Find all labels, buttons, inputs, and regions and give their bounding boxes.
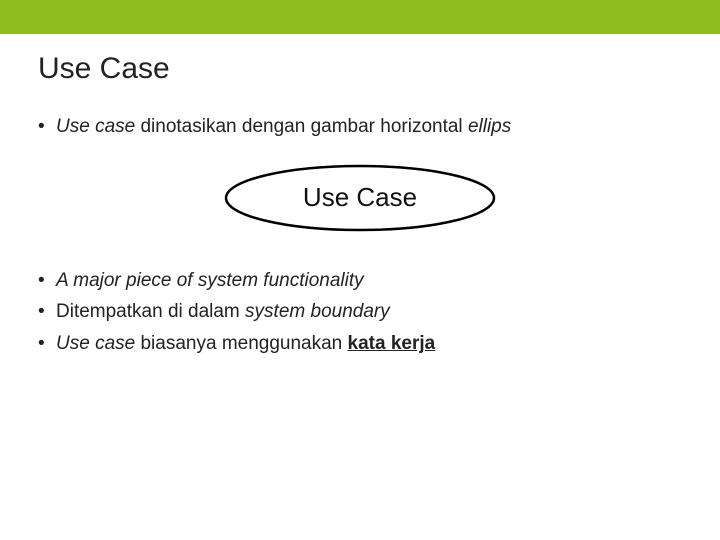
top-accent-bar	[0, 0, 720, 34]
text-plain: Ditempatkan di dalam	[56, 301, 245, 322]
text-italic: system boundary	[245, 301, 390, 322]
list-item: • Use case biasanya menggunakan kata ker…	[38, 331, 682, 357]
bullet-icon: •	[38, 114, 45, 140]
bullet-icon: •	[38, 299, 45, 325]
text-italic: ellips	[468, 116, 511, 137]
text-italic: Use case	[56, 116, 135, 137]
slide: Use Case • Use case dinotasikan dengan g…	[0, 0, 720, 540]
ellipse-label: Use Case	[220, 162, 500, 234]
list-item: • A major piece of system functionality	[38, 268, 682, 294]
text-plain: biasanya menggunakan	[135, 333, 347, 354]
slide-title: Use Case	[38, 52, 682, 86]
text-italic: Use case	[56, 333, 135, 354]
list-item: • Use case dinotasikan dengan gambar hor…	[38, 114, 682, 140]
bullet-icon: •	[38, 331, 45, 357]
slide-content: Use Case • Use case dinotasikan dengan g…	[0, 34, 720, 357]
ellipse-container: Use Case	[38, 162, 682, 234]
bullet-list-top: • Use case dinotasikan dengan gambar hor…	[38, 114, 682, 140]
text-bold-underline: kata kerja	[348, 333, 436, 354]
bullet-list-bottom: • A major piece of system functionality …	[38, 268, 682, 357]
text-italic: A major piece of system functionality	[56, 270, 364, 291]
use-case-ellipse: Use Case	[220, 162, 500, 234]
text-plain: dinotasikan dengan gambar horizontal	[135, 116, 468, 137]
list-item: • Ditempatkan di dalam system boundary	[38, 299, 682, 325]
bullet-icon: •	[38, 268, 45, 294]
